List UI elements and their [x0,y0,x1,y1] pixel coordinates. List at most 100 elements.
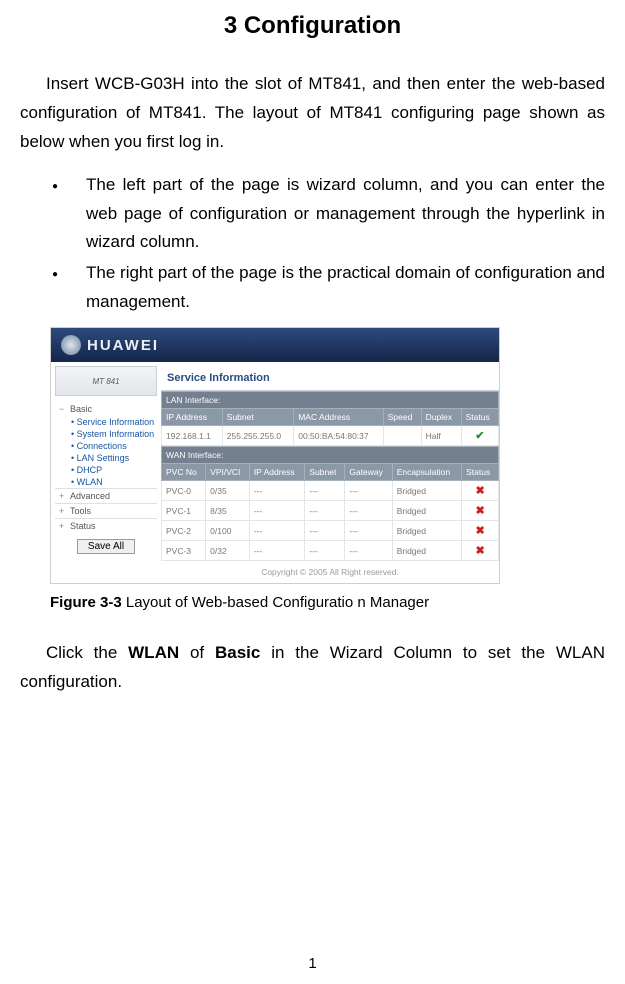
sidebar-item-lan-settings[interactable]: • LAN Settings [55,452,157,464]
figure-label: Figure 3-3 [50,594,122,611]
cell: Bridged [392,541,461,561]
check-icon: ✔ [461,426,498,446]
cell: 255.255.255.0 [222,426,293,446]
table-row: PVC-3 0/32 --- --- --- Bridged ✖ [162,541,499,561]
brand-text: HUAWEI [87,337,159,354]
sidebar-item-service-information[interactable]: • Service Information [55,416,157,428]
cell: --- [305,501,345,521]
col-head: Encapsulation [392,464,461,481]
cell: 0/32 [206,541,250,561]
cell: PVC-2 [162,521,206,541]
sidebar-group-status[interactable]: + Status [55,518,157,533]
col-head: Subnet [222,409,293,426]
cell: Bridged [392,481,461,501]
cell: --- [305,481,345,501]
sidebar-sub-label: Connections [77,441,127,451]
table-row: PVC-0 0/35 --- --- --- Bridged ✖ [162,481,499,501]
cell: PVC-1 [162,501,206,521]
x-icon: ✖ [462,501,499,521]
text: of [179,643,215,662]
cell: --- [345,521,392,541]
save-all-button[interactable]: Save All [77,539,135,554]
sidebar-item-connections[interactable]: • Connections [55,440,157,452]
col-head: Status [462,464,499,481]
after-paragraph: Click the WLAN of Basic in the Wizard Co… [20,639,605,697]
col-head: Gateway [345,464,392,481]
page-number: 1 [0,955,625,972]
content-title: Service Information [161,362,499,391]
cell: 0/35 [206,481,250,501]
col-head: IP Address [162,409,223,426]
sidebar-group-advanced[interactable]: + Advanced [55,488,157,503]
embedded-screenshot: HUAWEI MT 841 − Basic • Service Informat… [50,327,500,584]
brand-logo: HUAWEI [61,335,159,355]
minus-icon: − [57,404,66,414]
bullet-item: The left part of the page is wizard colu… [68,171,605,258]
content-pane: Service Information LAN Interface: IP Ad… [161,362,499,583]
x-icon: ✖ [462,481,499,501]
cell: 00:50:BA:54:80:37 [294,426,384,446]
col-head: Status [461,409,498,426]
cell: --- [249,481,305,501]
sidebar-group-label: Advanced [70,491,110,501]
banner: HUAWEI [51,328,499,362]
cell: Bridged [392,521,461,541]
cell: Half [421,426,461,446]
cell: --- [305,521,345,541]
sidebar-sub-label: LAN Settings [77,453,130,463]
cell [383,426,421,446]
bullet-item: The right part of the page is the practi… [68,259,605,317]
bullet-list: The left part of the page is wizard colu… [20,171,605,317]
sidebar-item-system-information[interactable]: • System Information [55,428,157,440]
col-head: Duplex [421,409,461,426]
plus-icon: + [57,521,66,531]
document-page: 3 Configuration Insert WCB-G03H into the… [0,12,625,984]
sidebar-sub-label: Service Information [77,417,155,427]
cell: --- [345,481,392,501]
sidebar-group-basic[interactable]: − Basic [55,402,157,416]
cell: --- [249,521,305,541]
x-icon: ✖ [462,521,499,541]
wizard-sidebar: MT 841 − Basic • Service Information • S… [51,362,161,560]
col-head: Subnet [305,464,345,481]
col-head: PVC No [162,464,206,481]
table-row: 192.168.1.1 255.255.255.0 00:50:BA:54:80… [162,426,499,446]
sidebar-group-label: Tools [70,506,91,516]
text: Click the [46,643,128,662]
copyright-footer: Copyright © 2005 All Right reserved. [161,561,499,577]
cell: --- [249,541,305,561]
lan-table: LAN Interface: IP Address Subnet MAC Add… [161,391,499,446]
col-head: IP Address [249,464,305,481]
col-head: VPI/VCI [206,464,250,481]
cell: Bridged [392,501,461,521]
cell: --- [249,501,305,521]
cell: 192.168.1.1 [162,426,223,446]
sidebar-item-dhcp[interactable]: • DHCP [55,464,157,476]
sidebar-sub-label: WLAN [77,477,103,487]
cell: 8/35 [206,501,250,521]
x-icon: ✖ [462,541,499,561]
chapter-title: 3 Configuration [20,12,605,40]
sunburst-icon [61,335,81,355]
lan-header: LAN Interface: [162,392,499,409]
wan-header: WAN Interface: [162,447,499,464]
sidebar-item-wlan[interactable]: • WLAN [55,476,157,488]
bold-wlan: WLAN [128,643,179,662]
cell: --- [345,501,392,521]
cell: 0/100 [206,521,250,541]
sidebar-sub-label: System Information [77,429,155,439]
sidebar-sub-label: DHCP [77,465,103,475]
intro-paragraph: Insert WCB-G03H into the slot of MT841, … [20,70,605,157]
figure-text: Layout of Web-based Configuratio n Manag… [122,594,429,611]
cell: PVC-3 [162,541,206,561]
cell: --- [345,541,392,561]
sidebar-group-tools[interactable]: + Tools [55,503,157,518]
col-head: MAC Address [294,409,384,426]
bold-basic: Basic [215,643,260,662]
cell: --- [305,541,345,561]
table-row: PVC-2 0/100 --- --- --- Bridged ✖ [162,521,499,541]
sidebar-group-label: Basic [70,404,92,414]
cell: PVC-0 [162,481,206,501]
sidebar-group-label: Status [70,521,96,531]
plus-icon: + [57,491,66,501]
